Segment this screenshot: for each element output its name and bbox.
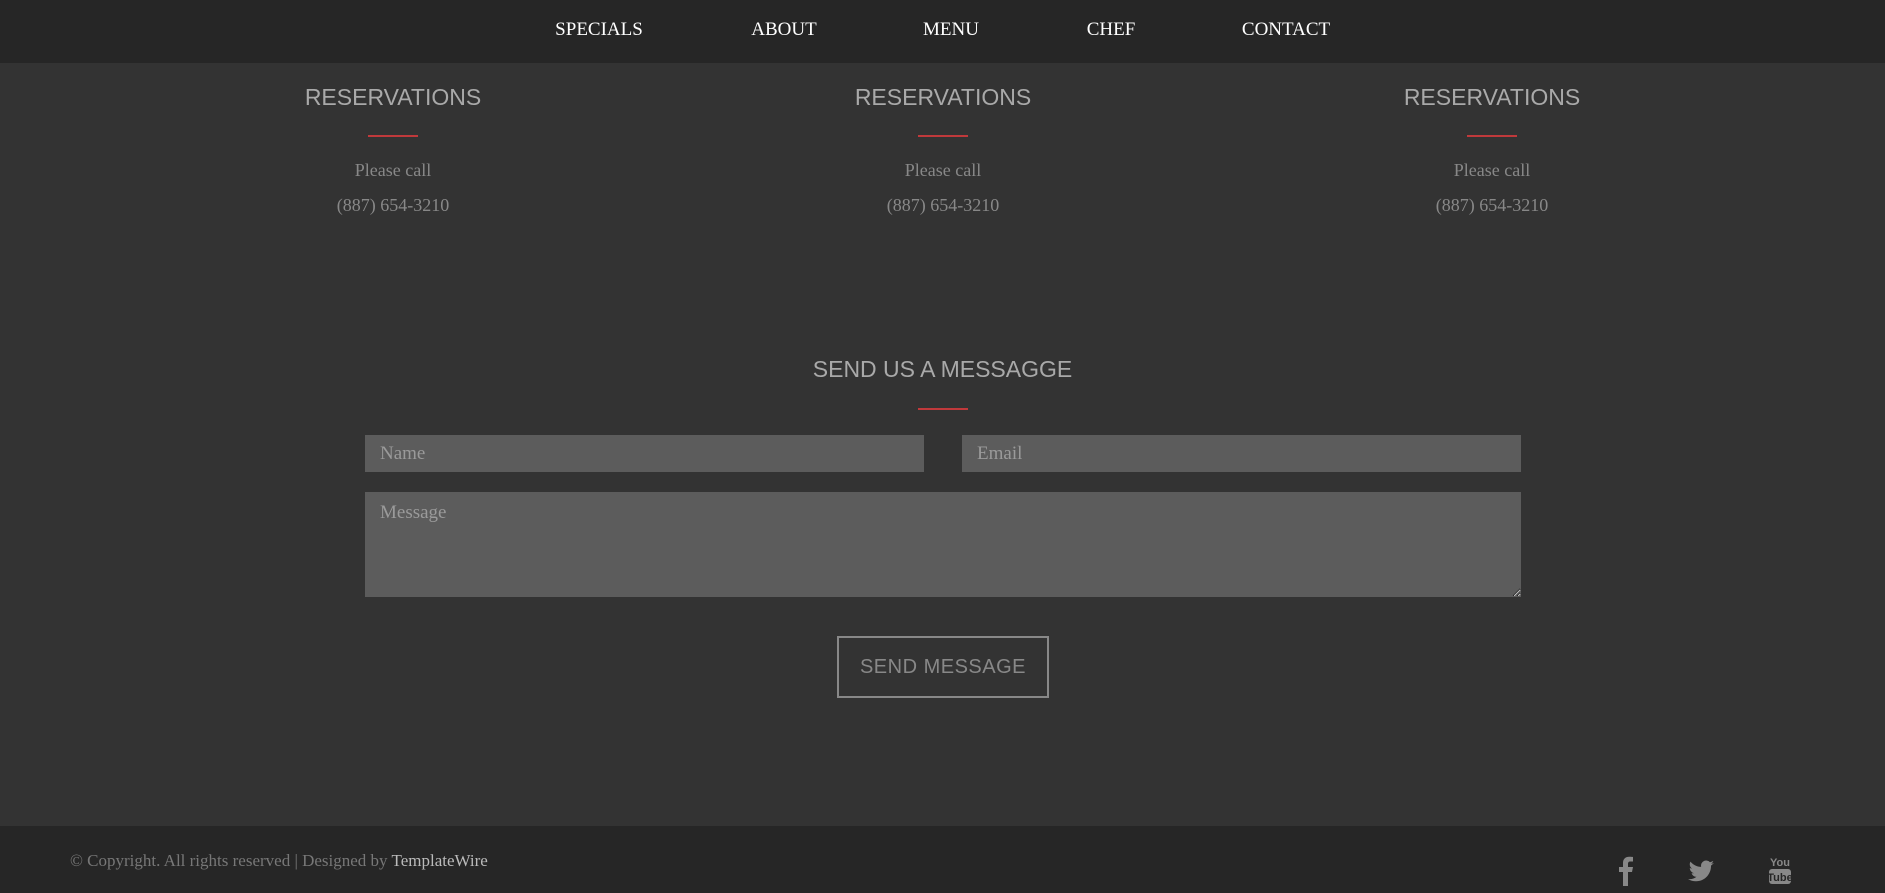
facebook-icon[interactable] [1611, 854, 1641, 886]
svg-text:Tube: Tube [1767, 872, 1792, 884]
copyright-text: © Copyright. All rights reserved | Desig… [70, 851, 392, 870]
twitter-icon[interactable] [1686, 854, 1716, 886]
message-textarea[interactable] [365, 492, 1521, 597]
nav-chef[interactable]: CHEF [1087, 0, 1136, 60]
reservation-phone: (887) 654-3210 [1435, 195, 1549, 215]
nav-about[interactable]: ABOUT [751, 0, 816, 60]
reservation-text: Please call [904, 160, 982, 180]
send-message-button[interactable]: SEND MESSAGE [837, 636, 1049, 698]
reservation-title: RESERVATIONS [854, 84, 1032, 110]
divider [368, 135, 418, 137]
nav-contact[interactable]: CONTACT [1242, 0, 1330, 60]
reservation-title: RESERVATIONS [1403, 84, 1581, 110]
nav-specials[interactable]: SPECIALS [555, 0, 643, 60]
nav-menu[interactable]: MENU [923, 0, 979, 60]
youtube-icon[interactable]: You Tube [1765, 854, 1795, 886]
divider [1467, 135, 1517, 137]
top-nav: SPECIALS ABOUT MENU CHEF CONTACT [0, 0, 1885, 63]
footer: © Copyright. All rights reserved | Desig… [0, 826, 1885, 893]
reservation-column: RESERVATIONS Please call (887) 654-3210 [743, 82, 1143, 215]
divider [918, 135, 968, 137]
email-input[interactable] [962, 435, 1521, 472]
designer-link[interactable]: TemplateWire [392, 851, 488, 870]
reservation-column: RESERVATIONS Please call (887) 654-3210 [193, 82, 593, 215]
reservation-title: RESERVATIONS [304, 84, 482, 110]
reservation-phone: (887) 654-3210 [886, 195, 1000, 215]
name-input[interactable] [365, 435, 924, 472]
reservation-text: Please call [354, 160, 432, 180]
divider [917, 408, 968, 410]
reservation-column: RESERVATIONS Please call (887) 654-3210 [1292, 82, 1692, 215]
reservation-text: Please call [1453, 160, 1531, 180]
copyright: © Copyright. All rights reserved | Desig… [70, 851, 488, 871]
svg-text:You: You [1770, 857, 1790, 869]
reservation-phone: (887) 654-3210 [336, 195, 450, 215]
contact-title: SEND US A MESSAGGE [812, 356, 1073, 382]
contact-header: SEND US A MESSAGGE [0, 354, 1885, 410]
